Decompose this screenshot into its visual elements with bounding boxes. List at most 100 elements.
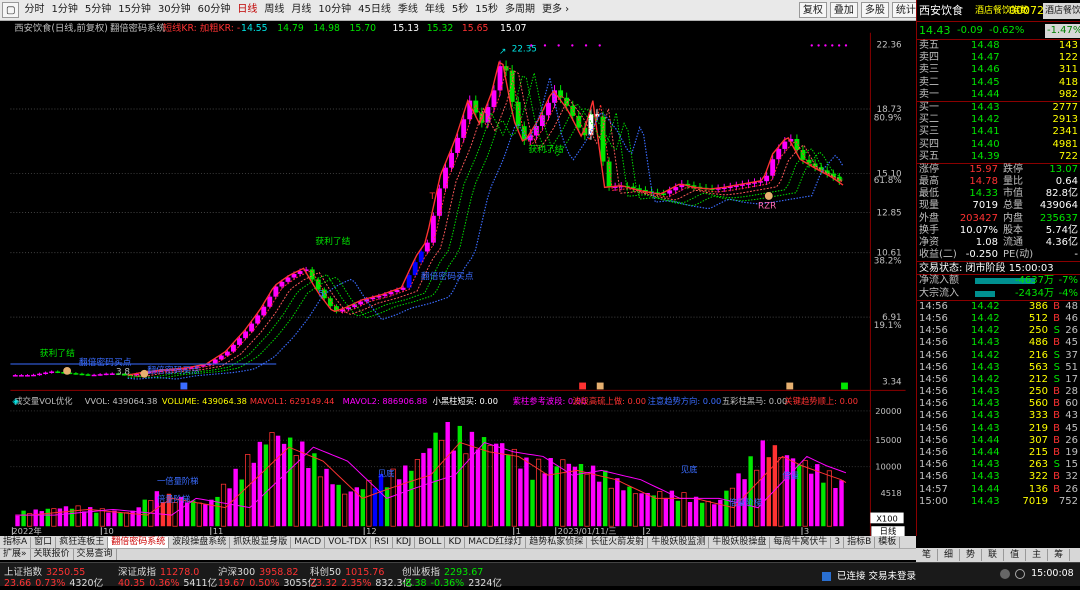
quote-tab[interactable]: 笔 <box>916 549 939 561</box>
high-arrow-icon: ↗ <box>499 47 506 57</box>
trade-status-row: 交易状态: 闭市阶段 15:00:03 <box>917 262 1080 276</box>
indicator-tab[interactable]: 疯狂连板王 <box>56 536 109 548</box>
indicator-tab[interactable]: 3 <box>831 536 845 548</box>
indicator-tab[interactable]: 每周牛窝伏牛 <box>770 536 832 548</box>
index-quote[interactable]: 上证指数 3250.55 23.66 0.73% 4320亿 <box>4 564 114 589</box>
period-label[interactable]: 日线 <box>880 526 897 536</box>
period-tab[interactable]: 15秒 <box>472 2 501 18</box>
indicator-tab[interactable]: KDJ <box>393 536 416 548</box>
toolbar-button[interactable]: 复权 <box>798 2 827 18</box>
extended-tab[interactable]: 扩展» <box>0 549 31 560</box>
indicator-tab[interactable]: 窗口 <box>31 536 57 548</box>
extended-tab[interactable]: 关联报价 <box>31 549 74 560</box>
indicator-tab[interactable]: 模板 <box>875 536 901 548</box>
event-marker-icon[interactable] <box>579 382 587 390</box>
indicator-tab[interactable]: RSI <box>371 536 393 548</box>
order-level-row[interactable]: 买一 14.43 2777 <box>917 102 1080 114</box>
index-quote[interactable]: 深证成指 11278.0 40.35 0.36% 5411亿 <box>118 564 228 589</box>
stat-row: 收益(二) -0.250 PE(动) - <box>917 249 1080 261</box>
indicator-tab[interactable]: 趋势私家侦探 <box>526 536 588 548</box>
volume-bar <box>530 479 535 527</box>
period-tab[interactable]: 1分钟 <box>48 2 80 18</box>
candles[interactable] <box>12 60 842 377</box>
event-marker-icon[interactable] <box>786 382 794 390</box>
period-tab[interactable]: 30分钟 <box>155 2 194 18</box>
kline-chart[interactable]: 西安饮食(日线,前复权) 翻倍密码系统短线KR: -加粗KR: -14.55 14.… <box>0 21 916 536</box>
quote-tab[interactable]: 细 <box>938 549 961 561</box>
period-tab[interactable]: 月线 <box>288 2 314 18</box>
period-tab[interactable]: 季线 <box>395 2 421 18</box>
price-tick-label: 22.36 <box>877 40 903 50</box>
period-tab[interactable]: 年线 <box>422 2 448 18</box>
quote-tab[interactable]: 联 <box>982 549 1005 561</box>
chart-area[interactable]: 西安饮食(日线,前复权) 翻倍密码系统 短线KR: - 加粗KR: -14.55 14.… <box>0 21 916 536</box>
order-level-row[interactable]: 买三 14.41 2341 <box>917 126 1080 138</box>
tick-row: 14:57 14.44 136 B 26 <box>917 484 1080 496</box>
event-marker-icon[interactable] <box>596 382 604 390</box>
toolbar-button[interactable]: 多股 <box>860 2 889 18</box>
order-level-row[interactable]: 买二 14.42 2913 <box>917 114 1080 126</box>
connection-status[interactable]: 已连接 交易未登录 <box>822 568 916 590</box>
signal-dot <box>557 44 560 47</box>
volume-bar <box>336 484 341 527</box>
indicator-tab[interactable]: VOL-TDX <box>325 536 372 548</box>
extended-tab[interactable]: 交易查询 <box>74 549 117 560</box>
signal-dot <box>543 44 547 47</box>
indicator-tab[interactable]: 牛股妖股监测 <box>648 536 710 548</box>
period-tab[interactable]: 日线 <box>234 2 260 18</box>
indicator-tab[interactable]: BOLL <box>415 536 446 548</box>
indicator-tab[interactable]: 波段操盘系统 <box>169 536 231 548</box>
event-marker-icon[interactable] <box>180 382 188 390</box>
event-marker-icon[interactable] <box>841 382 848 390</box>
period-tab[interactable]: 15分钟 <box>115 2 154 18</box>
indicator-tab[interactable]: 翻倍密码系统 <box>108 536 170 548</box>
period-tab[interactable]: 10分钟 <box>315 2 354 18</box>
order-level-row[interactable]: 卖一 14.44 982 <box>917 89 1080 101</box>
quote-tab[interactable]: 势 <box>960 549 983 561</box>
period-tab[interactable]: 5秒 <box>449 2 471 18</box>
indicator-tab[interactable]: KD <box>445 536 466 548</box>
volume-bar <box>657 491 663 527</box>
take-profit-label: 获利了结 <box>40 347 75 359</box>
indicator-tab[interactable]: 抓妖股显身版 <box>230 536 292 548</box>
tick-list[interactable]: 14:56 14.42 386 B 48 14:56 14.42 512 B 46 14:56 14.… <box>917 301 1080 508</box>
volume-bars[interactable] <box>15 421 847 527</box>
indicator-tab[interactable]: 指标A <box>0 536 32 548</box>
tick-direction: B <box>1053 483 1060 495</box>
quote-tab[interactable]: 主 <box>1026 549 1049 561</box>
indicator-tab[interactable]: 指标B <box>844 536 876 548</box>
order-level-row[interactable]: 卖二 14.45 418 <box>917 77 1080 89</box>
date-tick-label: 1 <box>516 526 521 536</box>
quote-tab[interactable]: 筹 <box>1048 549 1071 561</box>
indicator-tab[interactable]: 牛股妖股操盘 <box>709 536 771 548</box>
order-level-row[interactable]: 卖五 14.48 143 <box>917 40 1080 52</box>
period-tab[interactable]: 周线 <box>261 2 287 18</box>
period-tab[interactable]: 45日线 <box>355 2 394 18</box>
period-tab[interactable]: 5分钟 <box>82 2 114 18</box>
quote-tab[interactable]: 值 <box>1004 549 1027 561</box>
volume-signal-label: 见底 <box>378 468 395 478</box>
toolbar-menu-button[interactable]: ▢ <box>2 2 20 18</box>
index-quote[interactable]: 创业板指 2293.67 -8.38 -0.36% 2324亿 <box>402 564 512 589</box>
order-level-row[interactable]: 买四 14.40 4981 <box>917 139 1080 151</box>
period-tab[interactable]: 分时 <box>21 2 47 18</box>
order-level-row[interactable]: 卖四 14.47 122 <box>917 52 1080 64</box>
stat-value: 82.8亿 <box>1045 188 1078 200</box>
period-tab[interactable]: 多周期 <box>502 2 538 18</box>
tick-direction: B <box>1053 410 1060 422</box>
order-level-row[interactable]: 买五 14.39 722 <box>917 151 1080 163</box>
index-amount: 5411亿 <box>183 578 218 589</box>
volume-bar <box>554 466 559 527</box>
candle-body <box>103 373 109 376</box>
indicator-tab[interactable]: MACD红绿灯 <box>465 536 527 548</box>
volume-bar <box>639 493 644 527</box>
period-tab[interactable]: 60分钟 <box>195 2 234 18</box>
date-tick-label: 10 <box>103 526 114 536</box>
order-level-row[interactable]: 卖三 14.46 311 <box>917 64 1080 76</box>
sector-badge[interactable]: 酒店餐饮 <box>1043 3 1080 19</box>
indicator-tab[interactable]: 长征火箭发射 <box>587 536 649 548</box>
signal-hand-icon <box>764 192 773 200</box>
toolbar-button[interactable]: 叠加 <box>829 2 858 18</box>
period-tab[interactable]: 更多 › <box>539 2 572 18</box>
indicator-tab[interactable]: MACD <box>291 536 326 548</box>
